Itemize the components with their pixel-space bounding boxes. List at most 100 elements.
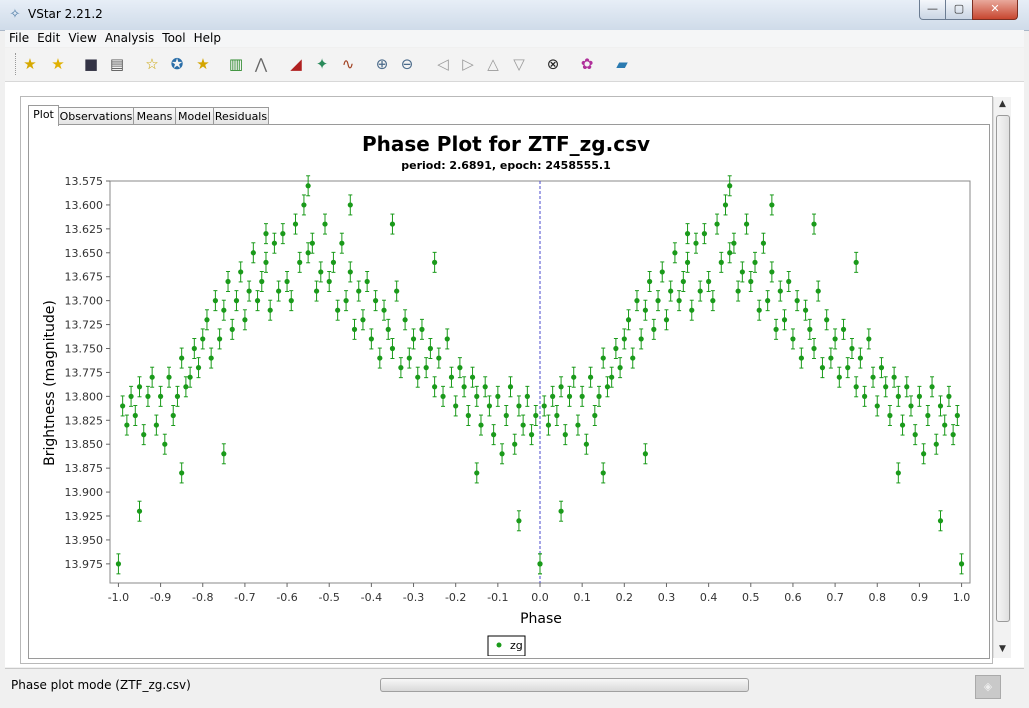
data-point[interactable] [528,432,535,438]
data-point[interactable] [642,451,648,457]
data-point[interactable] [727,183,733,189]
data-point[interactable] [406,355,412,361]
scroll-down-arrow[interactable]: ▼ [994,642,1011,657]
data-point[interactable] [701,231,708,237]
data-point[interactable] [714,221,720,227]
data-point[interactable] [271,240,278,246]
data-point[interactable] [878,365,885,371]
data-point[interactable] [891,374,897,380]
data-point[interactable] [672,250,678,256]
data-point[interactable] [630,355,636,361]
data-point[interactable] [136,508,143,514]
data-point[interactable] [217,336,223,342]
data-point[interactable] [874,403,880,409]
data-point[interactable] [562,432,568,438]
data-point[interactable] [120,403,126,409]
data-point[interactable] [693,240,699,246]
data-point[interactable] [895,470,901,476]
data-point[interactable] [482,384,488,390]
plot-means-icon[interactable]: ⋀ [250,53,272,75]
data-point[interactable] [474,393,480,399]
data-point[interactable] [432,259,438,265]
scroll-thumb[interactable] [996,115,1010,622]
data-point[interactable] [347,269,353,275]
info-book-icon[interactable]: ▰ [611,53,633,75]
data-point[interactable] [739,269,745,275]
data-point[interactable] [364,278,370,285]
data-point[interactable] [752,259,758,265]
data-point[interactable] [756,307,762,313]
data-point[interactable] [263,231,269,237]
data-point[interactable] [313,288,320,294]
data-point[interactable] [845,365,851,371]
data-point[interactable] [689,307,695,313]
data-point[interactable] [853,259,859,265]
data-point[interactable] [326,278,332,285]
data-point[interactable] [115,561,122,567]
data-point[interactable] [883,384,889,390]
data-point[interactable] [309,240,315,246]
data-point[interactable] [415,374,421,380]
tab-observations[interactable]: Observations [58,107,134,125]
data-point[interactable] [208,355,214,361]
data-point[interactable] [575,422,581,428]
data-point[interactable] [448,374,455,380]
data-point[interactable] [769,202,775,208]
data-point[interactable] [162,441,168,447]
data-point[interactable] [592,412,598,419]
star-details-icon[interactable]: ★ [192,53,214,75]
data-point[interactable] [651,326,657,332]
phase-plot-icon[interactable]: ✦ [311,53,333,75]
data-point[interactable] [292,221,299,227]
maximize-button[interactable]: ▢ [945,0,973,20]
data-point[interactable] [836,374,842,380]
data-point[interactable] [566,393,573,399]
data-point[interactable] [229,326,235,332]
data-point[interactable] [954,412,960,419]
data-point[interactable] [587,374,594,380]
data-point[interactable] [781,317,788,323]
data-point[interactable] [604,384,611,390]
data-point[interactable] [174,393,181,399]
data-point[interactable] [832,336,838,342]
data-point[interactable] [372,298,379,304]
data-point[interactable] [524,393,530,399]
data-point[interactable] [862,393,868,399]
data-point[interactable] [621,336,627,342]
data-point[interactable] [246,288,252,294]
data-point[interactable] [908,403,914,409]
data-point[interactable] [187,374,193,380]
data-point[interactable] [368,336,374,342]
pan-left-icon[interactable]: ◁ [432,53,454,75]
data-point[interactable] [769,269,775,275]
data-point[interactable] [225,278,231,285]
data-point[interactable] [887,412,893,419]
data-point[interactable] [571,374,577,380]
data-point[interactable] [179,470,185,476]
star-info-icon[interactable]: ☆ [141,53,163,75]
data-point[interactable] [819,365,826,371]
data-point[interactable] [743,221,750,227]
data-point[interactable] [807,326,813,332]
data-point[interactable] [684,259,691,265]
data-point[interactable] [461,384,467,390]
data-point[interactable] [840,326,847,332]
data-point[interactable] [811,345,817,352]
data-point[interactable] [179,355,185,361]
data-point[interactable] [389,221,396,227]
data-point[interactable] [478,422,484,428]
data-point[interactable] [731,240,737,246]
data-point[interactable] [453,403,459,409]
tab-model[interactable]: Model [175,107,214,125]
data-point[interactable] [958,561,965,567]
data-point[interactable] [195,365,202,371]
data-point[interactable] [322,221,328,227]
data-point[interactable] [824,317,830,323]
data-point[interactable] [157,393,164,399]
data-point[interactable] [427,345,433,352]
data-point[interactable] [533,412,539,419]
pan-up-icon[interactable]: △ [482,53,504,75]
data-point[interactable] [507,384,514,390]
model-icon[interactable]: ∿ [337,53,359,75]
data-point[interactable] [200,336,206,342]
